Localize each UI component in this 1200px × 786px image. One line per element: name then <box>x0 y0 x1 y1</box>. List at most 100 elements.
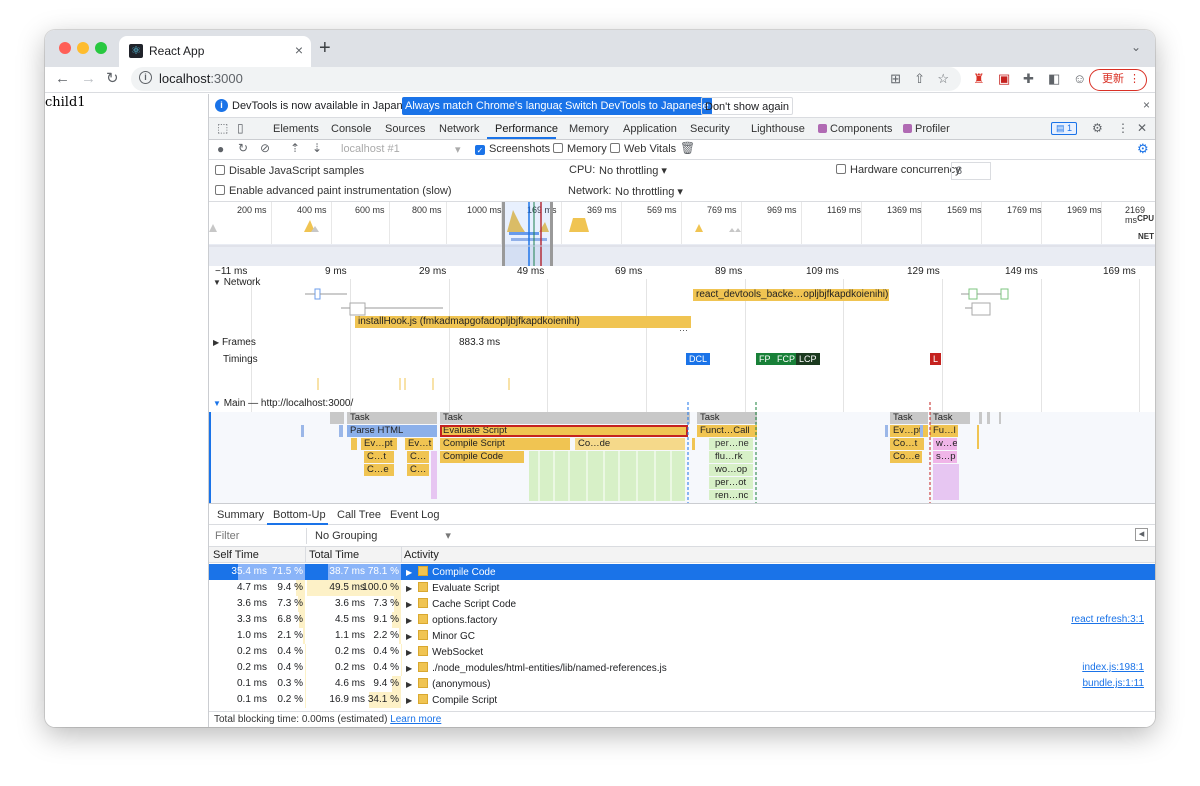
table-row[interactable]: 4.7 ms 9.4 % 49.5 ms 100.0 % ▶ Evaluate Scrip… <box>209 580 1155 596</box>
self-time-percent: 9.4 % <box>277 582 303 593</box>
close-infobar-icon[interactable]: × <box>1143 98 1150 112</box>
reload-icon[interactable]: ↻ <box>106 70 119 88</box>
tab-console[interactable]: Console <box>331 123 371 135</box>
activity-cell[interactable]: ▶ ./node_modules/html-entities/lib/named-… <box>406 662 667 674</box>
table-row[interactable]: 0.1 ms 0.2 % 16.9 ms 34.1 % ▶ Compile Script <box>209 692 1155 708</box>
new-tab-button[interactable]: + <box>319 38 331 58</box>
activity-cell[interactable]: ▶ WebSocket <box>406 646 483 658</box>
tab-event-log[interactable]: Event Log <box>390 509 440 521</box>
switch-to-japanese-button[interactable]: Switch DevTools to Japanese <box>562 97 712 115</box>
reload-record-icon[interactable]: ↻ <box>238 141 248 155</box>
hardware-concurrency-input[interactable]: 8 <box>951 162 991 180</box>
chevron-down-icon[interactable]: ⌄ <box>1131 40 1141 54</box>
activity-cell[interactable]: ▶ Minor GC <box>406 630 475 642</box>
back-arrow-icon[interactable]: ← <box>55 70 70 88</box>
profile-select[interactable]: localhost #1 <box>341 143 400 155</box>
forward-arrow-icon[interactable]: → <box>81 70 96 88</box>
activity-cell[interactable]: ▶ Compile Script <box>406 694 497 706</box>
share-icon[interactable]: ⇧ <box>914 71 925 87</box>
issues-badge[interactable]: ▤ 1 <box>1051 122 1077 135</box>
tab-profiler[interactable]: Profiler <box>903 123 950 135</box>
extensions-puzzle-icon[interactable]: ✚ <box>1023 71 1034 87</box>
tab-application[interactable]: Application <box>623 123 677 135</box>
dont-show-again-button[interactable]: Don't show again <box>701 97 794 115</box>
frames-timings-track: ▶ Frames 883.3 ms Timings DCL FP FCP LCP… <box>209 337 1155 402</box>
table-row[interactable]: 3.6 ms 7.3 % 3.6 ms 7.3 % ▶ Cache Script Code <box>209 596 1155 612</box>
tab-elements[interactable]: Elements <box>273 123 319 135</box>
upload-icon[interactable]: ⇡ <box>290 141 300 155</box>
close-window-button[interactable] <box>59 42 71 54</box>
column-header-self-time[interactable]: Self Time <box>213 549 259 561</box>
main-thread-track[interactable]: ▼ Main — http://localhost:3000/ Task Tas… <box>209 398 1155 503</box>
memory-checkbox[interactable]: Memory <box>553 143 607 155</box>
close-devtools-icon[interactable]: ✕ <box>1137 121 1147 135</box>
extension-icon[interactable]: ▣ <box>998 71 1010 87</box>
tab-call-tree[interactable]: Call Tree <box>337 509 381 521</box>
cpu-throttling-select[interactable]: No throttling ▾ <box>599 164 667 177</box>
address-bar[interactable]: i localhost:3000 ⊞ ⇧ ☆ <box>131 67 961 91</box>
settings-gear-icon[interactable]: ⚙ <box>1092 121 1103 135</box>
record-icon[interactable]: ● <box>217 142 224 156</box>
profile-avatar-icon[interactable]: ☺ <box>1073 71 1086 87</box>
activity-cell[interactable]: ▶ Evaluate Script <box>406 582 499 594</box>
table-row[interactable]: 1.0 ms 2.1 % 1.1 ms 2.2 % ▶ Minor GC <box>209 628 1155 644</box>
table-row[interactable]: 0.2 ms 0.4 % 0.2 ms 0.4 % ▶ WebSocket <box>209 644 1155 660</box>
tab-bottom-up[interactable]: Bottom-Up <box>273 509 326 521</box>
network-throttling-label: Network: <box>568 185 612 197</box>
table-row[interactable]: 0.2 ms 0.4 % 0.2 ms 0.4 % ▶ ./node_modules/ht… <box>209 660 1155 676</box>
update-button[interactable]: 更新 ⋮ <box>1089 69 1147 91</box>
hardware-concurrency-checkbox[interactable]: Hardware concurrency <box>836 164 961 176</box>
activity-cell[interactable]: ▶ options.factory <box>406 614 497 626</box>
toggle-sidebar-icon[interactable]: ◂ <box>1135 528 1148 541</box>
minimize-window-button[interactable] <box>77 42 89 54</box>
activity-cell[interactable]: ▶ Cache Script Code <box>406 598 516 610</box>
network-track[interactable]: ▼ Network react_devtools_backe…opljbjfka… <box>209 277 1155 337</box>
tab-sources[interactable]: Sources <box>385 123 425 135</box>
table-row[interactable]: 0.1 ms 0.3 % 4.6 ms 9.4 % ▶ (anonymous) bundle… <box>209 676 1155 692</box>
more-options-icon[interactable]: ⋮ <box>1117 121 1129 135</box>
capture-settings-gear-icon[interactable]: ⚙ <box>1137 141 1149 157</box>
tab-network[interactable]: Network <box>439 123 479 135</box>
activity-cell[interactable]: ▶ Compile Code <box>406 566 496 578</box>
cpu-throttling-label: CPU: <box>569 164 596 176</box>
zoom-window-button[interactable] <box>95 42 107 54</box>
source-link[interactable]: bundle.js:1:11 <box>1082 678 1144 689</box>
web-vitals-checkbox[interactable]: Web Vitals <box>610 143 676 155</box>
info-icon[interactable]: i <box>139 71 152 84</box>
bookmark-star-icon[interactable]: ☆ <box>937 71 949 87</box>
browser-window: ⚛ React App × + ⌄ ← → ↻ i localhost:3000… <box>45 30 1155 727</box>
paint-instrumentation-checkbox[interactable]: Enable advanced paint instrumentation (s… <box>215 185 452 197</box>
tab-components[interactable]: Components <box>818 123 892 135</box>
tab-memory[interactable]: Memory <box>569 123 609 135</box>
column-header-activity[interactable]: Activity <box>404 549 439 561</box>
source-link[interactable]: react refresh:3:1 <box>1071 614 1144 625</box>
filter-input[interactable]: Filter <box>211 528 307 544</box>
network-throttling-select[interactable]: No throttling ▾ <box>615 185 683 198</box>
download-icon[interactable]: ⇣ <box>312 141 322 155</box>
extension-icon[interactable]: ♜ <box>973 71 985 87</box>
tab-security[interactable]: Security <box>690 123 730 135</box>
always-match-language-button[interactable]: Always match Chrome's language <box>402 97 574 115</box>
side-panel-icon[interactable]: ◧ <box>1048 71 1060 87</box>
device-toolbar-icon[interactable]: ▯ <box>237 121 244 135</box>
browser-tab[interactable]: ⚛ React App × <box>119 36 311 67</box>
close-tab-icon[interactable]: × <box>295 42 303 58</box>
overview-selection-window[interactable] <box>502 202 553 266</box>
activity-cell[interactable]: ▶ (anonymous) <box>406 678 491 690</box>
source-link[interactable]: index.js:198:1 <box>1082 662 1144 673</box>
tab-lighthouse[interactable]: Lighthouse <box>751 123 805 135</box>
table-row[interactable]: 35.4 ms 71.5 % 38.7 ms 78.1 % ▶ Compile Code <box>209 564 1155 580</box>
tab-performance[interactable]: Performance <box>495 123 558 135</box>
table-row[interactable]: 3.3 ms 6.8 % 4.5 ms 9.1 % ▶ options.factory re… <box>209 612 1155 628</box>
screenshots-checkbox[interactable]: ✓ Screenshots <box>475 143 550 155</box>
learn-more-link[interactable]: Learn more <box>390 714 441 725</box>
disable-js-samples-checkbox[interactable]: Disable JavaScript samples <box>215 165 364 177</box>
tab-summary[interactable]: Summary <box>217 509 264 521</box>
grouping-select[interactable]: No Grouping ▾ <box>315 529 451 542</box>
translate-icon[interactable]: ⊞ <box>890 71 901 87</box>
column-header-total-time[interactable]: Total Time <box>309 549 359 561</box>
inspect-element-icon[interactable]: ⬚ <box>217 121 228 135</box>
clear-icon[interactable]: ⊘ <box>260 141 270 155</box>
timeline-overview[interactable]: 200 ms 400 ms 600 ms 800 ms 1000 ms 169 ms 369… <box>209 202 1155 266</box>
trash-icon[interactable]: 🗑 <box>680 141 695 155</box>
